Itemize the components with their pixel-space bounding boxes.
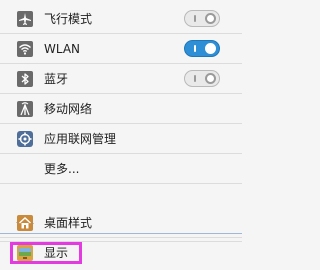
mobile-network-row[interactable]: 移动网络 <box>0 94 242 124</box>
airplane-mode-toggle[interactable] <box>184 10 220 27</box>
mobile-network-icon <box>16 100 34 118</box>
bluetooth-label: 蓝牙 <box>44 71 69 86</box>
toggle-knob-icon <box>205 13 216 24</box>
bluetooth-icon <box>16 70 34 88</box>
toggle-bar-icon <box>194 75 196 82</box>
toggle-knob-icon <box>205 73 216 84</box>
display-highlight-box <box>10 242 82 264</box>
more-label: 更多... <box>44 161 80 176</box>
toggle-bar-icon <box>194 45 196 52</box>
app-network-label: 应用联网管理 <box>44 131 117 146</box>
app-network-row[interactable]: 应用联网管理 <box>0 124 242 154</box>
toggle-bar-icon <box>194 15 196 22</box>
wlan-toggle[interactable] <box>184 40 220 57</box>
wlan-row[interactable]: WLAN <box>0 34 242 64</box>
home-style-label: 桌面样式 <box>44 215 93 230</box>
wifi-icon <box>16 40 34 58</box>
home-icon <box>16 214 34 232</box>
mobile-network-label: 移动网络 <box>44 101 93 116</box>
bluetooth-toggle[interactable] <box>184 70 220 87</box>
app-network-icon <box>16 130 34 148</box>
more-row[interactable]: 更多... <box>0 154 242 184</box>
bluetooth-row[interactable]: 蓝牙 <box>0 64 242 94</box>
toggle-knob-icon <box>205 43 216 54</box>
airplane-mode-row[interactable]: 飞行模式 <box>0 4 242 34</box>
home-style-item[interactable]: 桌面样式 <box>0 208 242 238</box>
airplane-icon <box>16 10 34 28</box>
airplane-mode-label: 飞行模式 <box>44 11 93 26</box>
wlan-label: WLAN <box>44 41 81 56</box>
